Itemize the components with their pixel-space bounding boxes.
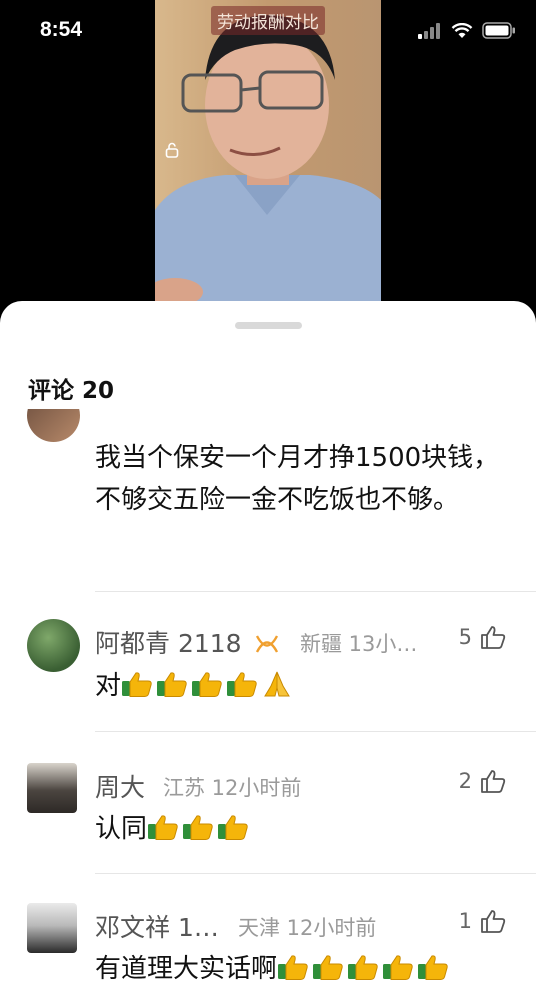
sheet-grabber[interactable]	[235, 322, 302, 329]
thumbs-up-emoji	[278, 955, 308, 980]
thumbs-up-emoji	[148, 815, 178, 840]
avatar[interactable]	[27, 903, 77, 953]
status-time: 8:54	[40, 18, 83, 41]
comments-sheet: 评论 20 我当个保安一个月才挣1500块钱，不够交五险一金不吃饭也不够。 阿都…	[0, 301, 536, 1000]
folded-hands-emoji	[264, 671, 290, 697]
avatar[interactable]	[27, 619, 80, 672]
thumbs-up-emoji	[348, 955, 378, 980]
avatar[interactable]	[27, 763, 77, 813]
like-button[interactable]: 5	[459, 625, 506, 649]
comment-item: 我当个保安一个月才挣1500块钱，不够交五险一金不吃饭也不够。	[0, 409, 536, 593]
thumbs-up-emoji	[383, 955, 413, 980]
thumbs-up-emoji	[418, 955, 448, 980]
divider	[95, 591, 536, 592]
comment-location-time: 江苏 12小时前	[163, 776, 302, 800]
comment-author[interactable]: 邓文祥 1…	[95, 908, 219, 944]
status-bar: 8:54	[0, 0, 536, 64]
thumbs-up-emoji	[218, 815, 248, 840]
emoji-group	[277, 954, 452, 984]
thumbs-up-emoji	[183, 815, 213, 840]
emoji-group	[121, 671, 296, 701]
comment-location-time: 天津 12小时前	[238, 916, 377, 940]
comment-item: 阿都青 2118 新疆 13小… 5 对	[0, 593, 536, 733]
like-count: 5	[458, 625, 472, 649]
like-count: 2	[458, 769, 472, 793]
lock-icon[interactable]	[165, 142, 179, 158]
comment-location-time: 新疆 13小…	[300, 632, 418, 656]
thumbs-up-emoji	[313, 955, 343, 980]
wifi-icon	[451, 22, 473, 38]
comment-author[interactable]: 周大	[95, 768, 145, 804]
thumbs-up-icon	[481, 770, 506, 793]
comment-text: 有道理大实话啊	[95, 948, 505, 990]
badge-icon	[255, 635, 278, 653]
signal-icon	[418, 22, 440, 39]
thumbs-up-icon	[481, 910, 506, 933]
thumbs-up-emoji	[122, 672, 152, 697]
comment-text-content: 对	[95, 671, 122, 701]
emoji-group	[147, 814, 252, 844]
comment-text: 认同	[95, 808, 505, 850]
author-name: 阿都青 2118	[95, 629, 242, 658]
comment-item: 邓文祥 1… 天津 12小时前 1 有道理大实话啊	[0, 873, 536, 1000]
comment-text-content: 有道理大实话啊	[95, 954, 278, 984]
battery-icon	[482, 22, 515, 39]
thumbs-up-emoji	[157, 672, 187, 697]
comments-list[interactable]: 我当个保安一个月才挣1500块钱，不够交五险一金不吃饭也不够。 阿都青 2118…	[0, 409, 536, 1000]
like-button[interactable]: 2	[459, 769, 506, 793]
comment-author[interactable]: 阿都青 2118	[95, 624, 280, 660]
divider	[95, 731, 536, 732]
like-button[interactable]: 1	[459, 909, 506, 933]
thumbs-up-emoji	[192, 672, 222, 697]
comment-text: 我当个保安一个月才挣1500块钱，不够交五险一金不吃饭也不够。	[95, 443, 500, 515]
comments-count-title: 评论 20	[28, 378, 115, 404]
comment-item: 周大 江苏 12小时前 2 认同	[0, 733, 536, 874]
avatar[interactable]	[27, 409, 80, 442]
comment-text: 对	[95, 665, 505, 707]
comment-text-content: 认同	[95, 814, 148, 844]
like-count: 1	[458, 909, 472, 933]
thumbs-up-emoji	[227, 672, 257, 697]
thumbs-up-icon	[481, 626, 506, 649]
status-icons	[418, 22, 516, 39]
